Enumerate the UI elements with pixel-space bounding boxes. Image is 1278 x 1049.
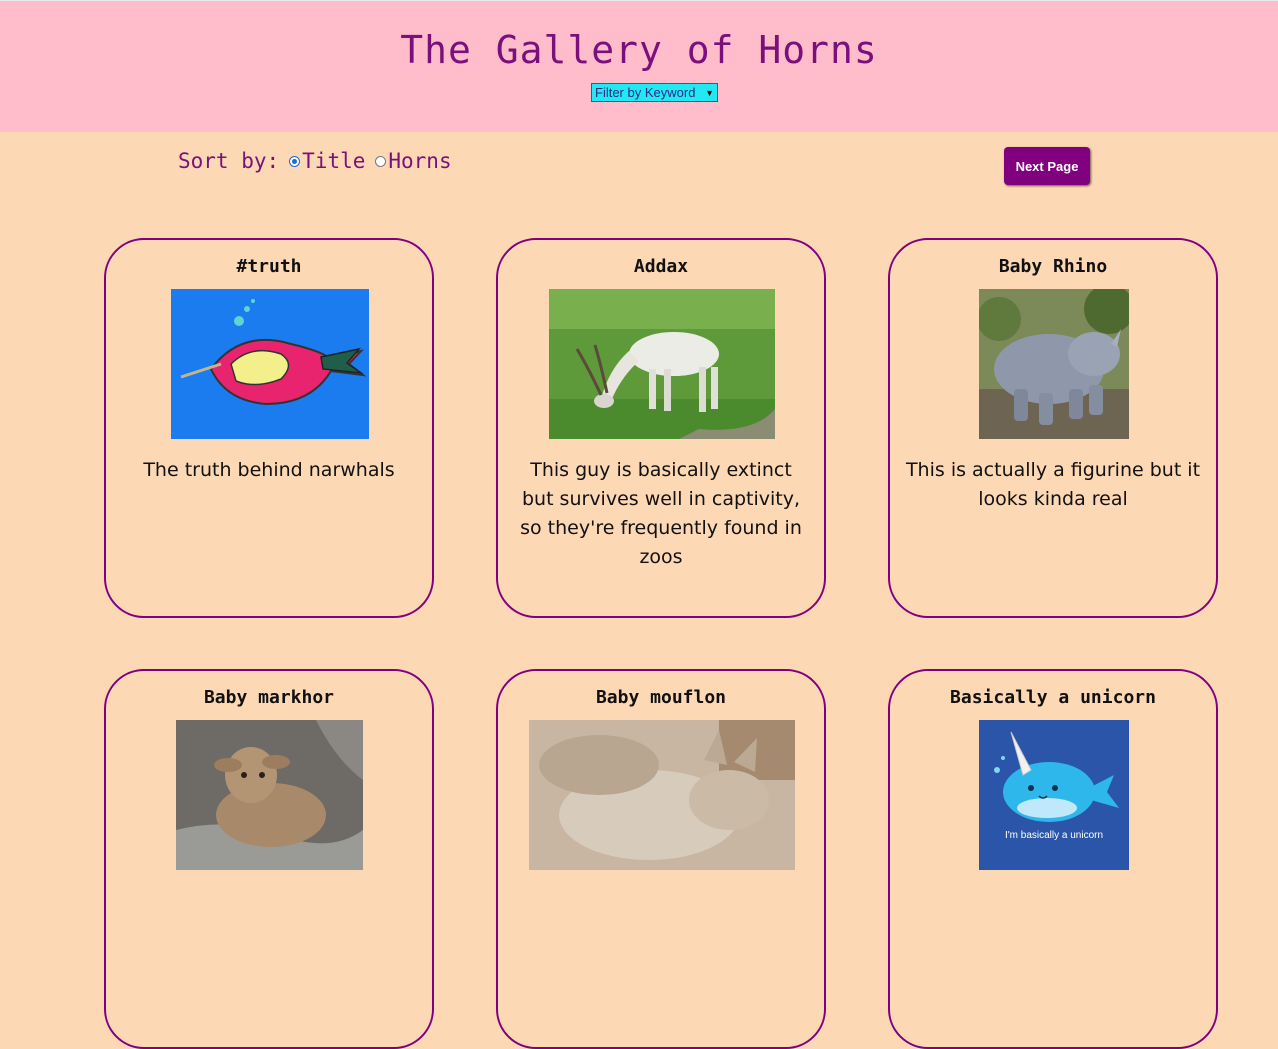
sort-label: Sort by: (178, 149, 280, 173)
page-header: The Gallery of Horns Filter by Keyword ▼ (0, 1, 1278, 132)
card-description: This guy is basically extinct but surviv… (520, 459, 802, 568)
gallery-card: #truth The truth behind narwhals (104, 238, 434, 618)
page-title: The Gallery of Horns (400, 28, 878, 72)
card-description: The truth behind narwhals (143, 459, 395, 481)
sort-title-radio[interactable] (289, 155, 301, 167)
keyword-filter-select[interactable]: Filter by Keyword ▼ (591, 83, 718, 102)
card-title: Basically a unicorn (950, 687, 1156, 708)
baby-mouflon-photo (529, 720, 795, 870)
rhino-figurine-photo (979, 289, 1129, 439)
card-title: Baby mouflon (595, 687, 727, 708)
sort-title-label[interactable]: Title (302, 149, 365, 173)
narwhal-cartoon-image (171, 289, 369, 439)
gallery-card: Addax This guy is basically extinct but … (496, 238, 826, 618)
chevron-down-icon: ▼ (705, 87, 714, 98)
card-title: Addax (633, 256, 689, 277)
gallery-card: Baby markhor (104, 669, 434, 1049)
card-title: #truth (236, 256, 302, 277)
gallery-card: Baby Rhino This is actually a figurine b… (888, 238, 1218, 618)
sort-controls: Sort by: Title Horns (178, 148, 452, 174)
unicorn-narwhal-image: I'm basically a unicorn (979, 720, 1129, 870)
gallery-card: Baby mouflon (496, 669, 826, 1049)
baby-markhor-photo (176, 720, 363, 870)
sort-horns-label[interactable]: Horns (388, 149, 451, 173)
card-title: Baby Rhino (998, 256, 1108, 277)
next-page-button[interactable]: Next Page (1004, 147, 1090, 185)
card-title: Baby markhor (203, 687, 335, 708)
card-description: This is actually a figurine but it looks… (905, 459, 1201, 510)
gallery-card: Basically a unicorn I'm basically a unic… (888, 669, 1218, 1049)
image-caption: I'm basically a unicorn (1005, 830, 1103, 841)
addax-photo (549, 289, 775, 439)
filter-select-label: Filter by Keyword (595, 85, 696, 100)
sort-horns-radio[interactable] (375, 155, 387, 167)
